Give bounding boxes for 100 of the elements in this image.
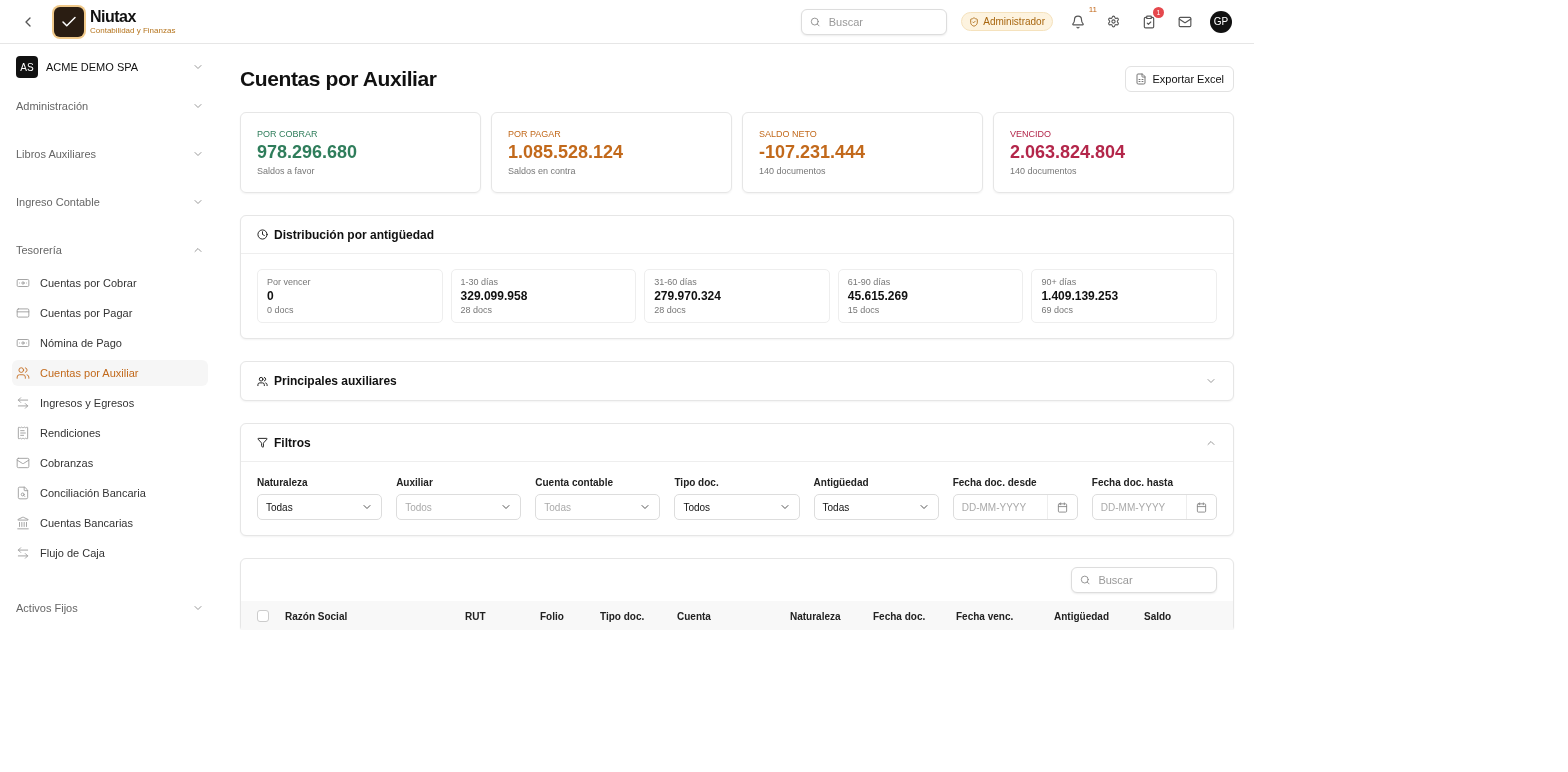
export-button[interactable]: Exportar Excel: [1125, 66, 1234, 92]
sidebar-item[interactable]: Cuentas por Cobrar: [12, 270, 208, 296]
card-note: 140 documentos: [759, 166, 827, 176]
arrows-icon: [16, 546, 30, 560]
logo-icon: [54, 6, 84, 37]
table-search-field[interactable]: Buscar: [1096, 573, 1208, 587]
card-label: SALDO NETO: [759, 129, 818, 139]
company-initials: AS: [16, 56, 38, 78]
sidebar-item[interactable]: Nómina de Pago: [12, 330, 208, 356]
filter-label: Fecha doc. desde: [952, 477, 1038, 488]
users-icon: [257, 375, 268, 387]
filter-select[interactable]: Todas: [257, 494, 383, 520]
column-header[interactable]: Razón Social: [285, 610, 465, 622]
card-value: 2.063.824.804: [1010, 142, 1127, 163]
calendar-icon: [1196, 501, 1207, 513]
panel-title: Principales auxiliares: [274, 374, 397, 388]
banknote-icon: [16, 276, 30, 290]
sidebar-section[interactable]: Administración: [12, 92, 208, 120]
bucket-label: 61-90 días: [847, 277, 892, 287]
card-icon: [16, 306, 30, 320]
filter-label: Cuenta contable: [535, 477, 615, 488]
spreadsheet-icon: [1135, 73, 1148, 85]
column-header[interactable]: RUT: [465, 610, 540, 622]
sidebar-item[interactable]: Cuentas por Auxiliar: [12, 360, 208, 386]
bucket-value: 45.615.269: [847, 289, 909, 303]
gear-icon: [1107, 15, 1120, 28]
notification-count: 11: [1088, 4, 1097, 14]
card-value: -107.231.444: [759, 142, 867, 163]
filter-label: Fecha doc. hasta: [1091, 477, 1174, 488]
card-note: Saldos a favor: [257, 166, 316, 176]
top-auxiliaries-panel[interactable]: Principales auxiliares: [240, 361, 1234, 401]
card-label: POR COBRAR: [257, 129, 319, 139]
clipboard-icon: [1142, 14, 1156, 29]
search-icon: [810, 15, 821, 28]
search-icon: [1080, 574, 1091, 586]
filter-label: Tipo doc.: [674, 477, 720, 488]
sidebar-item[interactable]: Cobranzas: [12, 450, 208, 476]
table-search-box[interactable]: Buscar: [1071, 567, 1217, 593]
card-label: POR PAGAR: [508, 129, 562, 139]
search-field[interactable]: Buscar: [826, 14, 939, 29]
banknote-icon: [16, 336, 30, 350]
date-picker[interactable]: DD-MM-YYYY: [1091, 494, 1217, 520]
column-header[interactable]: Tipo doc.: [600, 610, 677, 622]
calendar-icon: [1056, 501, 1068, 513]
bell-icon: [1071, 14, 1085, 29]
column-header[interactable]: Fecha doc.: [873, 610, 956, 622]
sidebar-item[interactable]: Flujo de Caja: [12, 540, 208, 566]
card-label: VENCIDO: [1010, 129, 1052, 139]
select-all-checkbox[interactable]: [257, 610, 269, 622]
bucket-label: Por vencer: [267, 277, 312, 287]
mail-icon: [16, 456, 30, 470]
clock-icon: [257, 229, 268, 240]
mail-icon: [1178, 14, 1192, 29]
bucket-value: 279.970.324: [654, 289, 722, 303]
bucket-label: 1-30 días: [460, 277, 500, 287]
role-badge: Administrador: [961, 12, 1053, 31]
shield-icon: [969, 16, 980, 27]
sidebar-section[interactable]: Tesorería: [12, 236, 208, 264]
bucket-value: 329.099.958: [460, 289, 529, 303]
company-selector[interactable]: AS ACME DEMO SPA: [12, 56, 208, 78]
column-header[interactable]: Cuenta: [677, 610, 790, 622]
bucket-docs: 0 docs: [267, 305, 295, 315]
column-header[interactable]: Saldo: [1144, 610, 1217, 622]
filter-label: Antigüedad: [813, 477, 870, 488]
date-field[interactable]: DD-MM-YYYY: [953, 501, 1047, 513]
brand-tagline: Contabilidad y Finanzas: [90, 26, 176, 35]
bucket-value: 0: [267, 289, 275, 303]
sidebar-item[interactable]: Conciliación Bancaria: [12, 480, 208, 506]
filter-icon: [257, 437, 268, 448]
bucket-docs: 69 docs: [1041, 305, 1074, 315]
search-box[interactable]: Buscar: [801, 8, 948, 35]
brand-name: Niutax: [90, 8, 137, 25]
filter-label: Naturaleza: [257, 477, 309, 488]
card-value: 978.296.680: [257, 142, 359, 163]
column-header[interactable]: Antigüedad: [1054, 610, 1144, 622]
bucket-label: 31-60 días: [654, 277, 698, 287]
filter-select[interactable]: Todos: [674, 494, 800, 520]
sidebar-section[interactable]: Activos Fijos: [12, 594, 208, 622]
card-value: 1.085.528.124: [508, 142, 625, 163]
column-header[interactable]: Naturaleza: [790, 610, 873, 622]
column-header[interactable]: Folio: [540, 610, 600, 622]
filter-label: Auxiliar: [396, 477, 434, 488]
panel-title: Filtros: [274, 435, 311, 450]
sidebar-item[interactable]: Cuentas por Pagar: [12, 300, 208, 326]
filter-select[interactable]: Todas: [813, 494, 939, 520]
bucket-docs: 15 docs: [847, 305, 881, 315]
sidebar-item[interactable]: Cuentas Bancarias: [12, 510, 208, 536]
sidebar-section[interactable]: Ingreso Contable: [12, 188, 208, 216]
date-picker[interactable]: DD-MM-YYYY: [952, 494, 1078, 520]
user-avatar[interactable]: GP: [1210, 10, 1232, 33]
bucket-value: 1.409.139.253: [1041, 289, 1120, 303]
sidebar-item[interactable]: Rendiciones: [12, 420, 208, 446]
date-field[interactable]: DD-MM-YYYY: [1092, 501, 1186, 513]
bucket-docs: 28 docs: [654, 305, 687, 315]
sidebar-item[interactable]: Ingresos y Egresos: [12, 390, 208, 416]
bank-icon: [16, 516, 30, 530]
column-header[interactable]: Fecha venc.: [956, 610, 1054, 622]
card-note: 140 documentos: [1010, 166, 1078, 176]
page-title: Cuentas por Auxiliar: [240, 67, 437, 91]
sidebar-section[interactable]: Libros Auxiliares: [12, 140, 208, 168]
